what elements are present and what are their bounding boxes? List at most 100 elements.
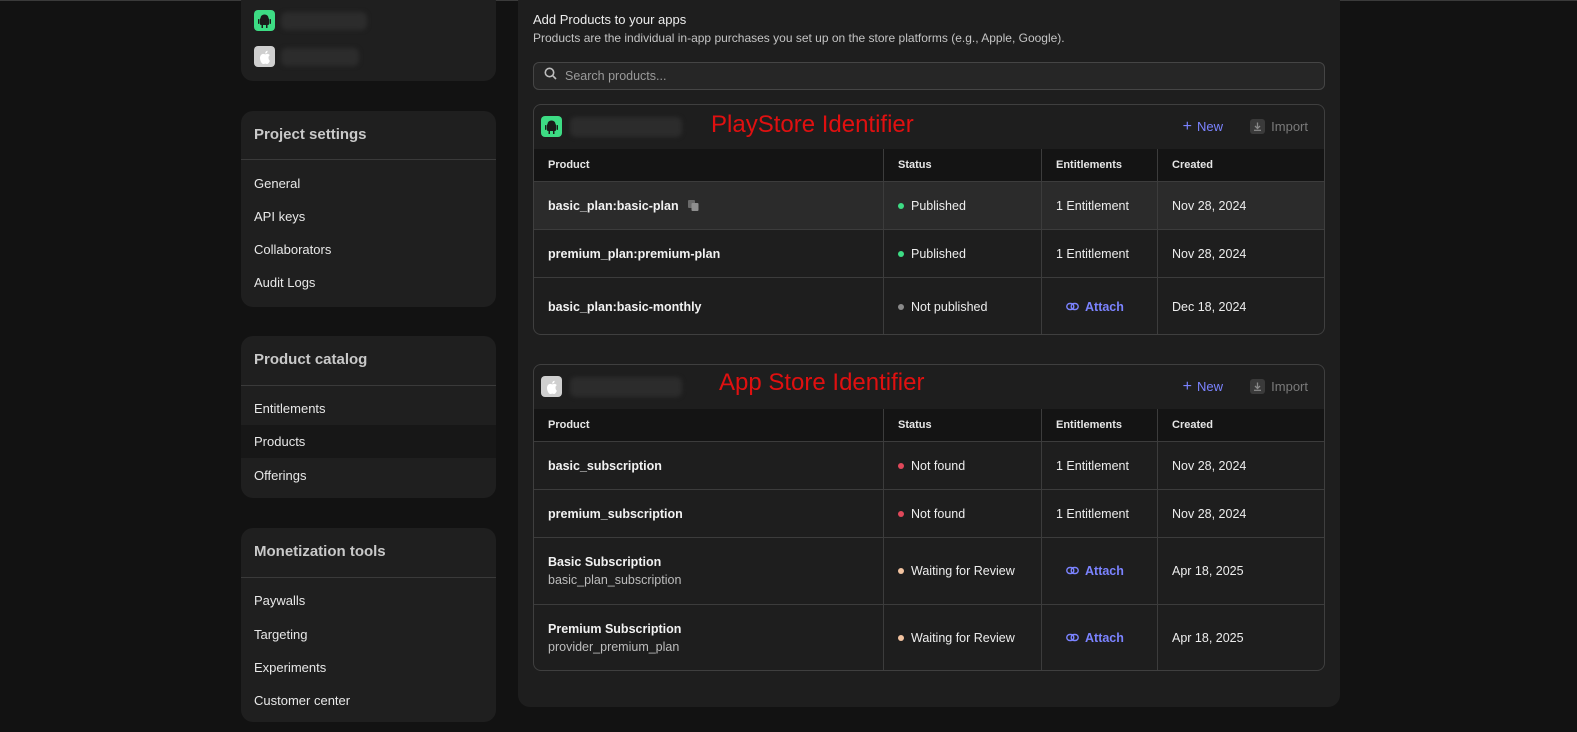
import-button-label: Import [1271, 379, 1308, 394]
attach-label: Attach [1085, 564, 1124, 578]
sidebar-item-api-keys[interactable]: API keys [241, 200, 496, 233]
product-display-name: Basic Subscription [548, 555, 662, 569]
status-dot [898, 303, 904, 310]
product-identifier: provider_premium_plan [548, 639, 680, 654]
created-date: Nov 28, 2024 [1157, 230, 1324, 277]
new-product-button[interactable]: + New [1182, 378, 1223, 395]
product-identifier: basic_plan_subscription [548, 573, 682, 587]
sidebar-item-offerings[interactable]: Offerings [241, 459, 496, 492]
created-date: Nov 28, 2024 [1157, 442, 1324, 489]
status-dot [898, 462, 904, 469]
status-dot [898, 634, 904, 641]
entitlements-count: 1 Entitlement [1041, 182, 1157, 229]
appstore-header: App Store Identifier + New Import [534, 365, 1324, 409]
divider [241, 577, 496, 578]
product-identifier: premium_plan:premium-plan [548, 246, 721, 261]
attach-label: Attach [1085, 299, 1124, 314]
import-button[interactable]: Import [1250, 119, 1308, 134]
android-icon [254, 10, 275, 31]
attach-entitlement-button[interactable]: Attach [1056, 631, 1157, 645]
column-header-product[interactable]: Product [534, 409, 883, 441]
table-row[interactable]: premium_plan:premium-plan Published 1 En… [534, 229, 1324, 277]
app-item-apple[interactable] [254, 46, 359, 67]
copy-icon[interactable] [687, 199, 700, 212]
column-header-created[interactable]: Created [1157, 149, 1324, 181]
table-row[interactable]: Premium Subscription provider_premium_pl… [534, 604, 1324, 670]
appstore-annotation: App Store Identifier [719, 369, 925, 396]
search-bar[interactable] [533, 62, 1325, 90]
apps-card [241, 0, 496, 81]
created-date: Apr 18, 2025 [1157, 538, 1324, 604]
divider [241, 159, 496, 160]
entitlements-count: 1 Entitlement [1041, 230, 1157, 277]
created-date: Apr 18, 2025 [1157, 605, 1324, 670]
status-dot [898, 510, 904, 517]
sidebar-item-targeting[interactable]: Targeting [241, 618, 496, 651]
column-header-created[interactable]: Created [1157, 409, 1324, 441]
table-row[interactable]: basic_subscription Not found 1 Entitleme… [534, 441, 1324, 489]
search-input[interactable] [565, 69, 1265, 83]
status-text: Published [911, 198, 966, 213]
link-icon [1066, 300, 1079, 314]
attach-entitlement-button[interactable]: Attach [1056, 564, 1157, 578]
product-display-name: Premium Subscription [548, 621, 682, 636]
app-name-redacted [281, 47, 359, 66]
divider [241, 385, 496, 386]
plus-icon: + [1182, 118, 1192, 135]
apple-icon [541, 376, 562, 397]
created-date: Dec 18, 2024 [1157, 278, 1324, 334]
column-header-entitlements[interactable]: Entitlements [1041, 409, 1157, 441]
plus-icon: + [1182, 378, 1192, 395]
new-button-label: New [1196, 379, 1223, 394]
sidebar-item-collaborators[interactable]: Collaborators [241, 233, 496, 266]
column-header-entitlements[interactable]: Entitlements [1041, 149, 1157, 181]
download-icon [1250, 379, 1266, 394]
column-header-status[interactable]: Status [883, 149, 1041, 181]
monetization-tools-card: Monetization tools Paywalls Targeting Ex… [241, 528, 496, 722]
table-row[interactable]: premium_subscription Not found 1 Entitle… [534, 489, 1324, 537]
created-date: Nov 28, 2024 [1157, 490, 1324, 537]
status-dot [898, 250, 904, 257]
table-row[interactable]: basic_plan:basic-monthly Not published A… [534, 277, 1324, 334]
sidebar-item-experiments[interactable]: Experiments [241, 651, 496, 684]
product-identifier: basic_plan:basic-plan [548, 198, 679, 213]
search-icon [544, 67, 557, 85]
sidebar-item-general[interactable]: General [241, 167, 496, 200]
project-settings-title: Project settings [254, 126, 367, 143]
project-settings-card: Project settings General API keys Collab… [241, 111, 496, 307]
table-header: Product Status Entitlements Created [534, 149, 1324, 181]
app-name-redacted [281, 11, 367, 30]
status-dot [898, 568, 904, 574]
download-icon [1250, 119, 1266, 134]
entitlements-count: 1 Entitlement [1041, 442, 1157, 489]
app-name-redacted [570, 377, 682, 397]
new-product-button[interactable]: + New [1182, 118, 1223, 135]
status-text: Not found [911, 506, 966, 521]
status-text: Not found [911, 458, 966, 473]
monetization-tools-title: Monetization tools [254, 543, 386, 560]
table-header: Product Status Entitlements Created [534, 409, 1324, 441]
app-item-android[interactable] [254, 10, 367, 31]
sidebar-item-paywalls[interactable]: Paywalls [241, 584, 496, 617]
status-text: Not published [911, 299, 988, 314]
sidebar-item-customer-center[interactable]: Customer center [241, 684, 496, 717]
attach-entitlement-button[interactable]: Attach [1056, 300, 1157, 314]
import-button[interactable]: Import [1250, 379, 1308, 394]
entitlements-count: 1 Entitlement [1041, 490, 1157, 537]
page-subtitle: Products are the individual in-app purch… [533, 31, 1065, 45]
sidebar-item-entitlements[interactable]: Entitlements [241, 392, 496, 425]
playstore-annotation: PlayStore Identifier [711, 111, 914, 138]
column-header-product[interactable]: Product [534, 149, 883, 181]
table-row[interactable]: basic_plan:basic-plan Published 1 Entitl… [534, 181, 1324, 229]
new-button-label: New [1196, 119, 1223, 134]
products-panel: Add Products to your apps Products are t… [518, 0, 1340, 707]
app-name-redacted [570, 117, 682, 137]
column-header-status[interactable]: Status [883, 409, 1041, 441]
import-button-label: Import [1271, 119, 1308, 134]
attach-label: Attach [1085, 630, 1124, 645]
created-date: Nov 28, 2024 [1157, 182, 1324, 229]
sidebar-item-products[interactable]: Products [241, 425, 496, 458]
status-dot [898, 202, 904, 209]
table-row[interactable]: Basic Subscription basic_plan_subscripti… [534, 537, 1324, 604]
sidebar-item-audit-logs[interactable]: Audit Logs [241, 266, 496, 299]
